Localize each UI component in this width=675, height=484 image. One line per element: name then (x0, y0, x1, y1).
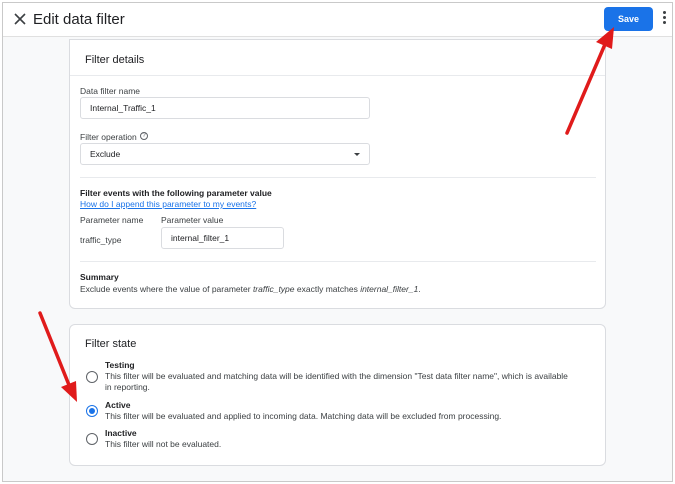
filter-state-card: Filter state Testing This filter will be… (69, 324, 606, 466)
summary-text: Exclude events where the value of parame… (80, 284, 421, 294)
radio-active[interactable] (86, 405, 98, 417)
dialog-frame: Edit data filter Save Filter details Dat… (2, 2, 673, 482)
option-label-inactive: Inactive (105, 428, 137, 438)
save-button[interactable]: Save (605, 8, 652, 30)
parameter-value-header: Parameter value (161, 215, 224, 225)
data-filter-name-label: Data filter name (80, 86, 140, 96)
filter-operation-select[interactable]: Exclude (80, 143, 370, 165)
filter-operation-label: Filter operation (80, 132, 137, 142)
filter-details-card: Filter details Data filter name Internal… (69, 39, 606, 309)
filter-operation-value: Exclude (90, 149, 121, 159)
parameter-name-header: Parameter name (80, 215, 144, 225)
append-parameter-help-link[interactable]: How do I append this parameter to my eve… (80, 199, 256, 209)
filter-events-heading: Filter events with the following paramet… (80, 188, 272, 198)
summary-heading: Summary (80, 272, 119, 282)
more-options-icon[interactable] (658, 11, 670, 29)
option-label-active: Active (105, 400, 131, 410)
option-description-active: This filter will be evaluated and applie… (105, 411, 502, 421)
option-description-testing: This filter will be evaluated and matchi… (105, 371, 568, 392)
data-filter-name-input[interactable]: Internal_Traffic_1 (80, 97, 370, 119)
page-title: Edit data filter (33, 11, 125, 28)
close-icon[interactable] (12, 11, 28, 27)
divider (80, 177, 596, 178)
top-bar: Edit data filter Save (3, 3, 672, 37)
option-description-inactive: This filter will not be evaluated. (105, 439, 222, 449)
parameter-value-input[interactable]: internal_filter_1 (161, 227, 284, 249)
card-title-filter-details: Filter details (85, 54, 145, 66)
option-label-testing: Testing (105, 360, 135, 370)
parameter-name-value: traffic_type (80, 235, 122, 245)
chevron-down-icon (354, 153, 360, 156)
help-icon[interactable]: ? (140, 132, 148, 140)
divider (80, 261, 596, 262)
radio-testing[interactable] (86, 371, 98, 383)
radio-inactive[interactable] (86, 433, 98, 445)
card-title-filter-state: Filter state (85, 338, 137, 350)
divider (70, 75, 605, 76)
